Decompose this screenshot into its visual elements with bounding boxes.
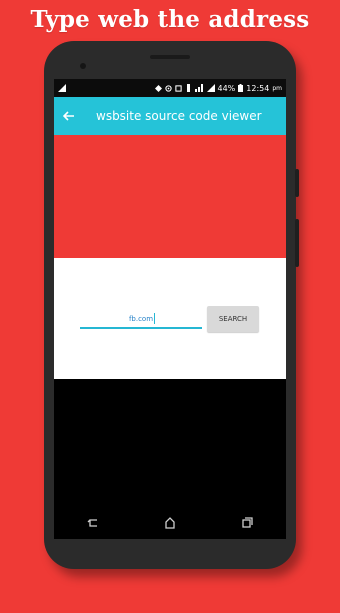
status-bar: 44% 12:54 pm	[54, 79, 286, 97]
phone-power-button	[295, 169, 299, 197]
back-arrow-icon	[63, 111, 74, 121]
search-button[interactable]: SEARCH	[207, 306, 259, 332]
nav-home-button[interactable]	[155, 508, 185, 538]
phone-volume-button	[295, 219, 299, 267]
nav-back-icon	[87, 519, 97, 527]
nav-back-button[interactable]	[78, 508, 108, 538]
phone-screen: 44% 12:54 pm wsbsite source code viewer	[54, 79, 286, 539]
navigation-bar	[54, 507, 286, 539]
signal-icon	[58, 84, 66, 92]
search-panel: SEARCH	[54, 258, 286, 379]
url-input[interactable]	[80, 311, 202, 329]
data-sync-icon	[154, 84, 162, 92]
status-time: 12:54	[246, 83, 270, 93]
back-button[interactable]	[54, 97, 84, 135]
content-area	[54, 379, 286, 507]
vibrate-icon	[186, 84, 190, 92]
status-period: pm	[272, 84, 282, 92]
battery-icon	[238, 84, 244, 92]
text-cursor	[154, 313, 155, 324]
status-left	[58, 84, 66, 92]
nav-recents-icon	[242, 517, 253, 528]
nav-recents-button[interactable]	[232, 508, 262, 538]
phone-frame: 44% 12:54 pm wsbsite source code viewer	[44, 41, 299, 569]
alarm-icon	[174, 84, 182, 92]
wifi-signal-icon	[194, 84, 203, 92]
nav-home-icon	[165, 517, 175, 529]
app-bar: wsbsite source code viewer	[54, 97, 286, 135]
battery-percent: 44%	[217, 83, 236, 93]
promo-title: Type web the address	[30, 6, 310, 33]
phone-camera	[80, 63, 86, 69]
status-right: 44% 12:54 pm	[154, 83, 282, 93]
cell-signal-icon	[206, 84, 215, 92]
phone-speaker	[150, 55, 190, 59]
red-banner	[54, 135, 286, 258]
location-icon	[164, 84, 172, 92]
app-title: wsbsite source code viewer	[96, 109, 262, 123]
